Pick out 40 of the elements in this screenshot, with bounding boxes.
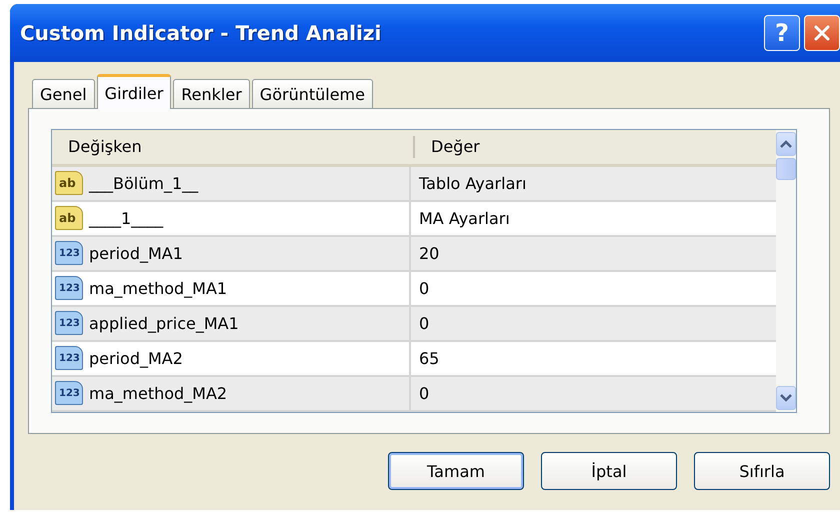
- close-button[interactable]: [804, 15, 840, 51]
- tab[interactable]: Renkler: [173, 79, 250, 109]
- chevron-down-icon: [779, 393, 793, 403]
- table-cell[interactable]: 0: [411, 306, 430, 340]
- close-icon: [813, 24, 831, 42]
- column-header[interactable]: Değişken: [52, 136, 415, 158]
- tab[interactable]: Görüntüleme: [252, 79, 373, 109]
- parameter-name: period_MA1: [89, 244, 183, 263]
- scrollbar[interactable]: [776, 130, 796, 412]
- parameter-name: ma_method_MA2: [89, 384, 228, 403]
- table-cell[interactable]: 0: [411, 272, 430, 305]
- table-cell[interactable]: Tablo Ayarları: [411, 166, 526, 200]
- dialog-button[interactable]: Tamam: [388, 452, 524, 490]
- type-badge-icon: 123: [55, 346, 83, 370]
- table-cell[interactable]: MA Ayarları: [411, 202, 510, 235]
- help-button[interactable]: ?: [764, 15, 800, 51]
- type-badge-icon: 123: [55, 241, 83, 266]
- parameter-name: period_MA2: [89, 348, 183, 368]
- type-badge-icon: 123: [55, 381, 83, 406]
- type-badge-icon: ab: [55, 171, 83, 196]
- parameter-name: ____1____: [89, 208, 164, 228]
- table-cell[interactable]: 65: [411, 342, 440, 375]
- chevron-up-icon: [779, 139, 793, 149]
- scroll-down-button[interactable]: [776, 386, 796, 410]
- table-cell[interactable]: 20: [411, 236, 440, 270]
- parameter-name: ___Bölüm_1__: [89, 174, 198, 193]
- dialog-button[interactable]: Sıfırla: [694, 452, 830, 490]
- type-badge-icon: 123: [55, 276, 83, 300]
- tab[interactable]: Girdiler: [96, 74, 172, 109]
- table-cell[interactable]: 0: [411, 376, 430, 410]
- column-header[interactable]: Değer: [415, 130, 480, 164]
- parameter-name: applied_price_MA1: [89, 314, 239, 333]
- tab[interactable]: Genel: [32, 79, 95, 109]
- type-badge-icon: 123: [55, 311, 83, 336]
- type-badge-icon: ab: [55, 206, 83, 230]
- scroll-up-button[interactable]: [776, 132, 796, 156]
- parameter-name: ma_method_MA1: [89, 278, 228, 298]
- window-title: Custom Indicator - Trend Analizi: [20, 21, 382, 45]
- dialog-button[interactable]: İptal: [541, 452, 677, 490]
- scroll-thumb[interactable]: [776, 158, 796, 180]
